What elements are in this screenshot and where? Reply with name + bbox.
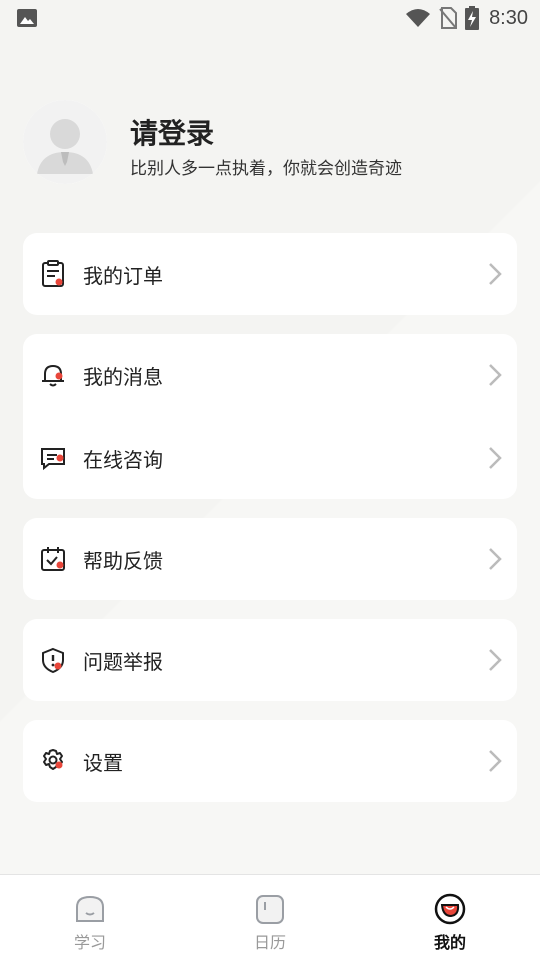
calendar-check-icon [41, 547, 65, 571]
chevron-right-icon [489, 447, 502, 469]
tab-label-mine: 我的 [433, 933, 466, 952]
bell-icon [42, 364, 64, 387]
profile-icon [434, 893, 466, 925]
shield-alert-icon [42, 647, 64, 674]
menu-label-settings: 设置 [83, 750, 123, 775]
home-icon [76, 895, 104, 922]
default-avatar-icon [23, 100, 107, 184]
chevron-right-icon [489, 263, 502, 285]
chevron-right-icon [489, 364, 502, 386]
profile-header[interactable]: 请登录 比别人多一点执着，你就会创造奇迹 [23, 100, 517, 186]
no-sim-icon [439, 7, 458, 29]
profile-slogan: 比别人多一点执着，你就会创造奇迹 [130, 159, 402, 179]
messages-card: 我的消息 在线咨询 [23, 334, 517, 499]
menu-item-report[interactable]: 问题举报 [23, 619, 517, 701]
menu-label-consult: 在线咨询 [83, 447, 163, 472]
gallery-notification-icon [17, 9, 37, 27]
tab-study[interactable]: 学习 [40, 875, 140, 961]
chevron-right-icon [489, 750, 502, 772]
menu-item-settings[interactable]: 设置 [23, 720, 517, 802]
calendar-icon [256, 895, 284, 924]
status-time: 8:30 [489, 6, 528, 29]
battery-charging-icon [465, 6, 480, 30]
login-title[interactable]: 请登录 [130, 112, 214, 152]
feedback-card: 帮助反馈 [23, 518, 517, 600]
menu-item-orders[interactable]: 我的订单 [23, 233, 517, 315]
gear-icon [43, 749, 63, 770]
bottom-tab-bar: 学习 日历 我的 [0, 874, 540, 961]
status-bar: 8:30 [0, 0, 540, 36]
menu-item-feedback[interactable]: 帮助反馈 [23, 518, 517, 600]
menu-label-messages: 我的消息 [83, 364, 163, 389]
clipboard-icon [42, 260, 64, 287]
tab-label-study: 学习 [73, 933, 106, 952]
tab-calendar[interactable]: 日历 [220, 875, 320, 961]
status-icons: 8:30 [405, 6, 528, 30]
wifi-icon [406, 9, 431, 27]
tab-label-calendar: 日历 [253, 933, 286, 952]
menu-item-messages[interactable]: 我的消息 [23, 334, 517, 416]
avatar[interactable] [23, 100, 107, 184]
menu-item-consult[interactable]: 在线咨询 [23, 417, 517, 499]
menu-label-feedback: 帮助反馈 [83, 548, 163, 573]
tab-mine[interactable]: 我的 [400, 875, 500, 961]
settings-card: 设置 [23, 720, 517, 802]
chat-icon [41, 448, 65, 471]
menu-label-orders: 我的订单 [83, 263, 163, 288]
chevron-right-icon [489, 649, 502, 671]
menu-label-report: 问题举报 [83, 649, 163, 674]
chevron-right-icon [489, 548, 502, 570]
orders-card: 我的订单 [23, 233, 517, 315]
report-card: 问题举报 [23, 619, 517, 701]
